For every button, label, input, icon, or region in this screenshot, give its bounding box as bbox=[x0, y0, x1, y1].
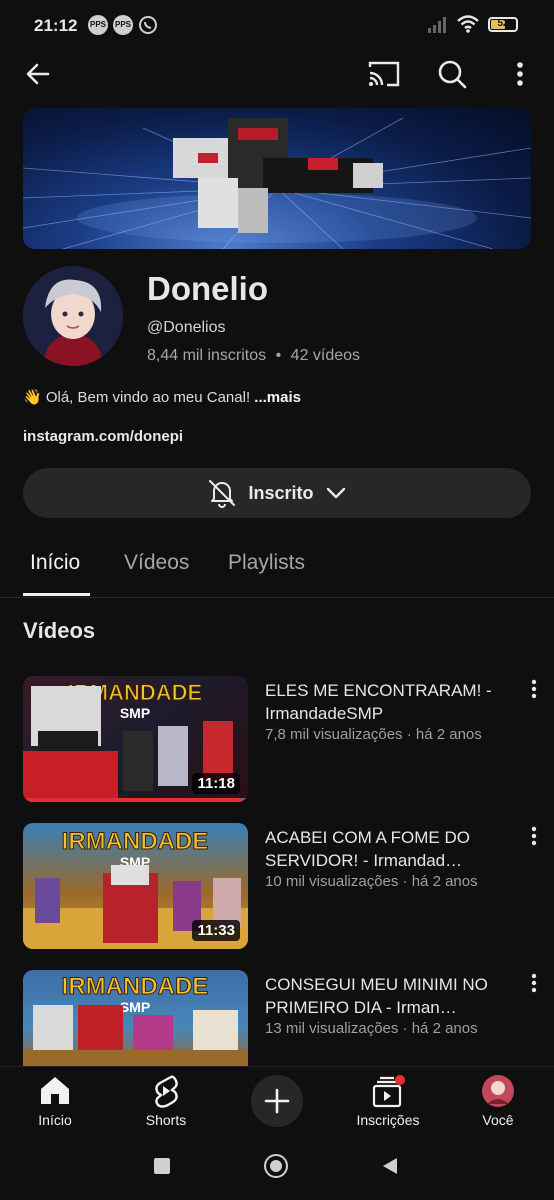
back-button[interactable] bbox=[20, 56, 56, 92]
video-meta: 10 mil visualizações · há 2 anos bbox=[265, 873, 478, 890]
nav-voce[interactable]: Você bbox=[453, 1070, 543, 1128]
channel-banner bbox=[23, 108, 531, 249]
chevron-down-icon bbox=[326, 487, 345, 499]
create-button[interactable] bbox=[251, 1075, 303, 1127]
notification-app-icon: PPS bbox=[113, 15, 133, 35]
tab-inicio[interactable]: Início bbox=[30, 551, 80, 575]
tab-videos[interactable]: Vídeos bbox=[124, 551, 189, 575]
thumb-logo-text: IRMANDADE bbox=[62, 828, 209, 855]
subscriptions-icon bbox=[372, 1075, 405, 1108]
new-content-dot bbox=[395, 1075, 405, 1085]
description-text: 👋 Olá, Bem vindo ao meu Canal! bbox=[23, 389, 251, 406]
status-time: 21:12 bbox=[34, 16, 78, 35]
stats-separator: • bbox=[275, 347, 282, 364]
shorts-icon bbox=[155, 1075, 178, 1108]
more-vert-icon bbox=[517, 62, 523, 86]
video-duration: 11:33 bbox=[192, 920, 240, 941]
video-thumbnail[interactable]: IRMANDADE SMP bbox=[23, 970, 248, 1066]
more-vert-icon bbox=[531, 826, 537, 846]
watch-progress-fill bbox=[23, 798, 242, 802]
status-bar: 21:12 PPS PPS 52 bbox=[0, 0, 554, 52]
video-more-button[interactable] bbox=[525, 972, 543, 996]
section-title: Vídeos bbox=[23, 618, 96, 643]
recents-button[interactable] bbox=[154, 1158, 170, 1174]
wifi-icon bbox=[457, 15, 479, 33]
video-count: 42 vídeos bbox=[290, 347, 361, 364]
more-vert-icon bbox=[531, 973, 537, 993]
back-system-button[interactable] bbox=[380, 1156, 400, 1176]
thumb-logo-sub: SMP bbox=[120, 705, 150, 721]
avatar-art bbox=[23, 266, 123, 366]
nav-label: Inscrições bbox=[356, 1112, 420, 1128]
channel-name: Donelio bbox=[147, 270, 268, 307]
more-vert-icon bbox=[531, 679, 537, 699]
subscriber-count: 8,44 mil inscritos bbox=[147, 347, 267, 364]
nav-label: Início bbox=[38, 1112, 72, 1128]
thumb-logo-text: IRMANDADE bbox=[62, 973, 209, 1000]
search-icon bbox=[438, 60, 467, 89]
video-thumbnail[interactable]: IRMANDADE SMP 11:33 bbox=[23, 823, 248, 949]
nav-shorts[interactable]: Shorts bbox=[121, 1070, 211, 1128]
watch-progress bbox=[23, 798, 248, 802]
plus-icon bbox=[264, 1088, 290, 1114]
nav-label: Você bbox=[482, 1112, 514, 1128]
arrow-left-icon bbox=[26, 63, 50, 85]
cast-button[interactable] bbox=[366, 56, 402, 92]
video-title[interactable]: ELES ME ENCONTRARAM! - IrmandadeSMP bbox=[265, 679, 515, 725]
notification-app-icon: PPS bbox=[88, 15, 108, 35]
thumbnail-art: IRMANDADE SMP bbox=[23, 973, 248, 1066]
signal-off-icon bbox=[428, 17, 446, 33]
home-system-button[interactable] bbox=[264, 1154, 288, 1178]
channel-description[interactable]: 👋 Olá, Bem vindo ao meu Canal! ...mais bbox=[23, 388, 301, 406]
home-system-dot bbox=[270, 1160, 282, 1172]
bell-off-icon bbox=[209, 480, 236, 508]
search-button[interactable] bbox=[434, 56, 470, 92]
home-icon bbox=[41, 1077, 69, 1104]
you-avatar-icon bbox=[482, 1075, 514, 1107]
nav-label: Shorts bbox=[145, 1112, 187, 1128]
video-meta: 13 mil visualizações · há 2 anos bbox=[265, 1020, 478, 1037]
video-title[interactable]: CONSEGUI MEU MINIMI NO PRIMEIRO DIA - Ir… bbox=[265, 973, 515, 1019]
tabs-divider bbox=[0, 597, 554, 598]
subscribed-button[interactable]: Inscrito bbox=[23, 468, 531, 518]
nav-inicio[interactable]: Início bbox=[10, 1070, 100, 1128]
nav-inscricoes[interactable]: Inscrições bbox=[343, 1070, 433, 1128]
whatsapp-icon bbox=[139, 16, 157, 34]
video-more-button[interactable] bbox=[525, 678, 543, 702]
video-title[interactable]: ACABEI COM A FOME DO SERVIDOR! - Irmanda… bbox=[265, 826, 515, 872]
channel-avatar[interactable] bbox=[23, 266, 123, 366]
subscribed-label: Inscrito bbox=[248, 482, 314, 503]
tab-playlists[interactable]: Playlists bbox=[228, 551, 305, 575]
video-more-button[interactable] bbox=[525, 825, 543, 849]
more-link[interactable]: ...mais bbox=[254, 389, 301, 406]
thumb-logo-sub: SMP bbox=[120, 999, 150, 1015]
video-thumbnail[interactable]: IRMANDADE SMP 11:18 bbox=[23, 676, 248, 802]
channel-link[interactable]: instagram.com/donepi bbox=[23, 428, 183, 445]
battery-icon: 52 bbox=[488, 17, 518, 32]
video-meta: 7,8 mil visualizações · há 2 anos bbox=[265, 726, 482, 743]
cast-icon bbox=[368, 61, 400, 87]
battery-percent: 52 bbox=[497, 18, 509, 29]
banner-art bbox=[23, 117, 531, 249]
system-navigation-bar bbox=[0, 1136, 554, 1200]
channel-handle: @Donelios bbox=[147, 319, 226, 336]
more-options-button[interactable] bbox=[502, 56, 538, 92]
active-tab-indicator bbox=[23, 593, 90, 596]
video-duration: 11:18 bbox=[192, 773, 240, 794]
channel-stats: 8,44 mil inscritos • 42 vídeos bbox=[147, 347, 360, 365]
